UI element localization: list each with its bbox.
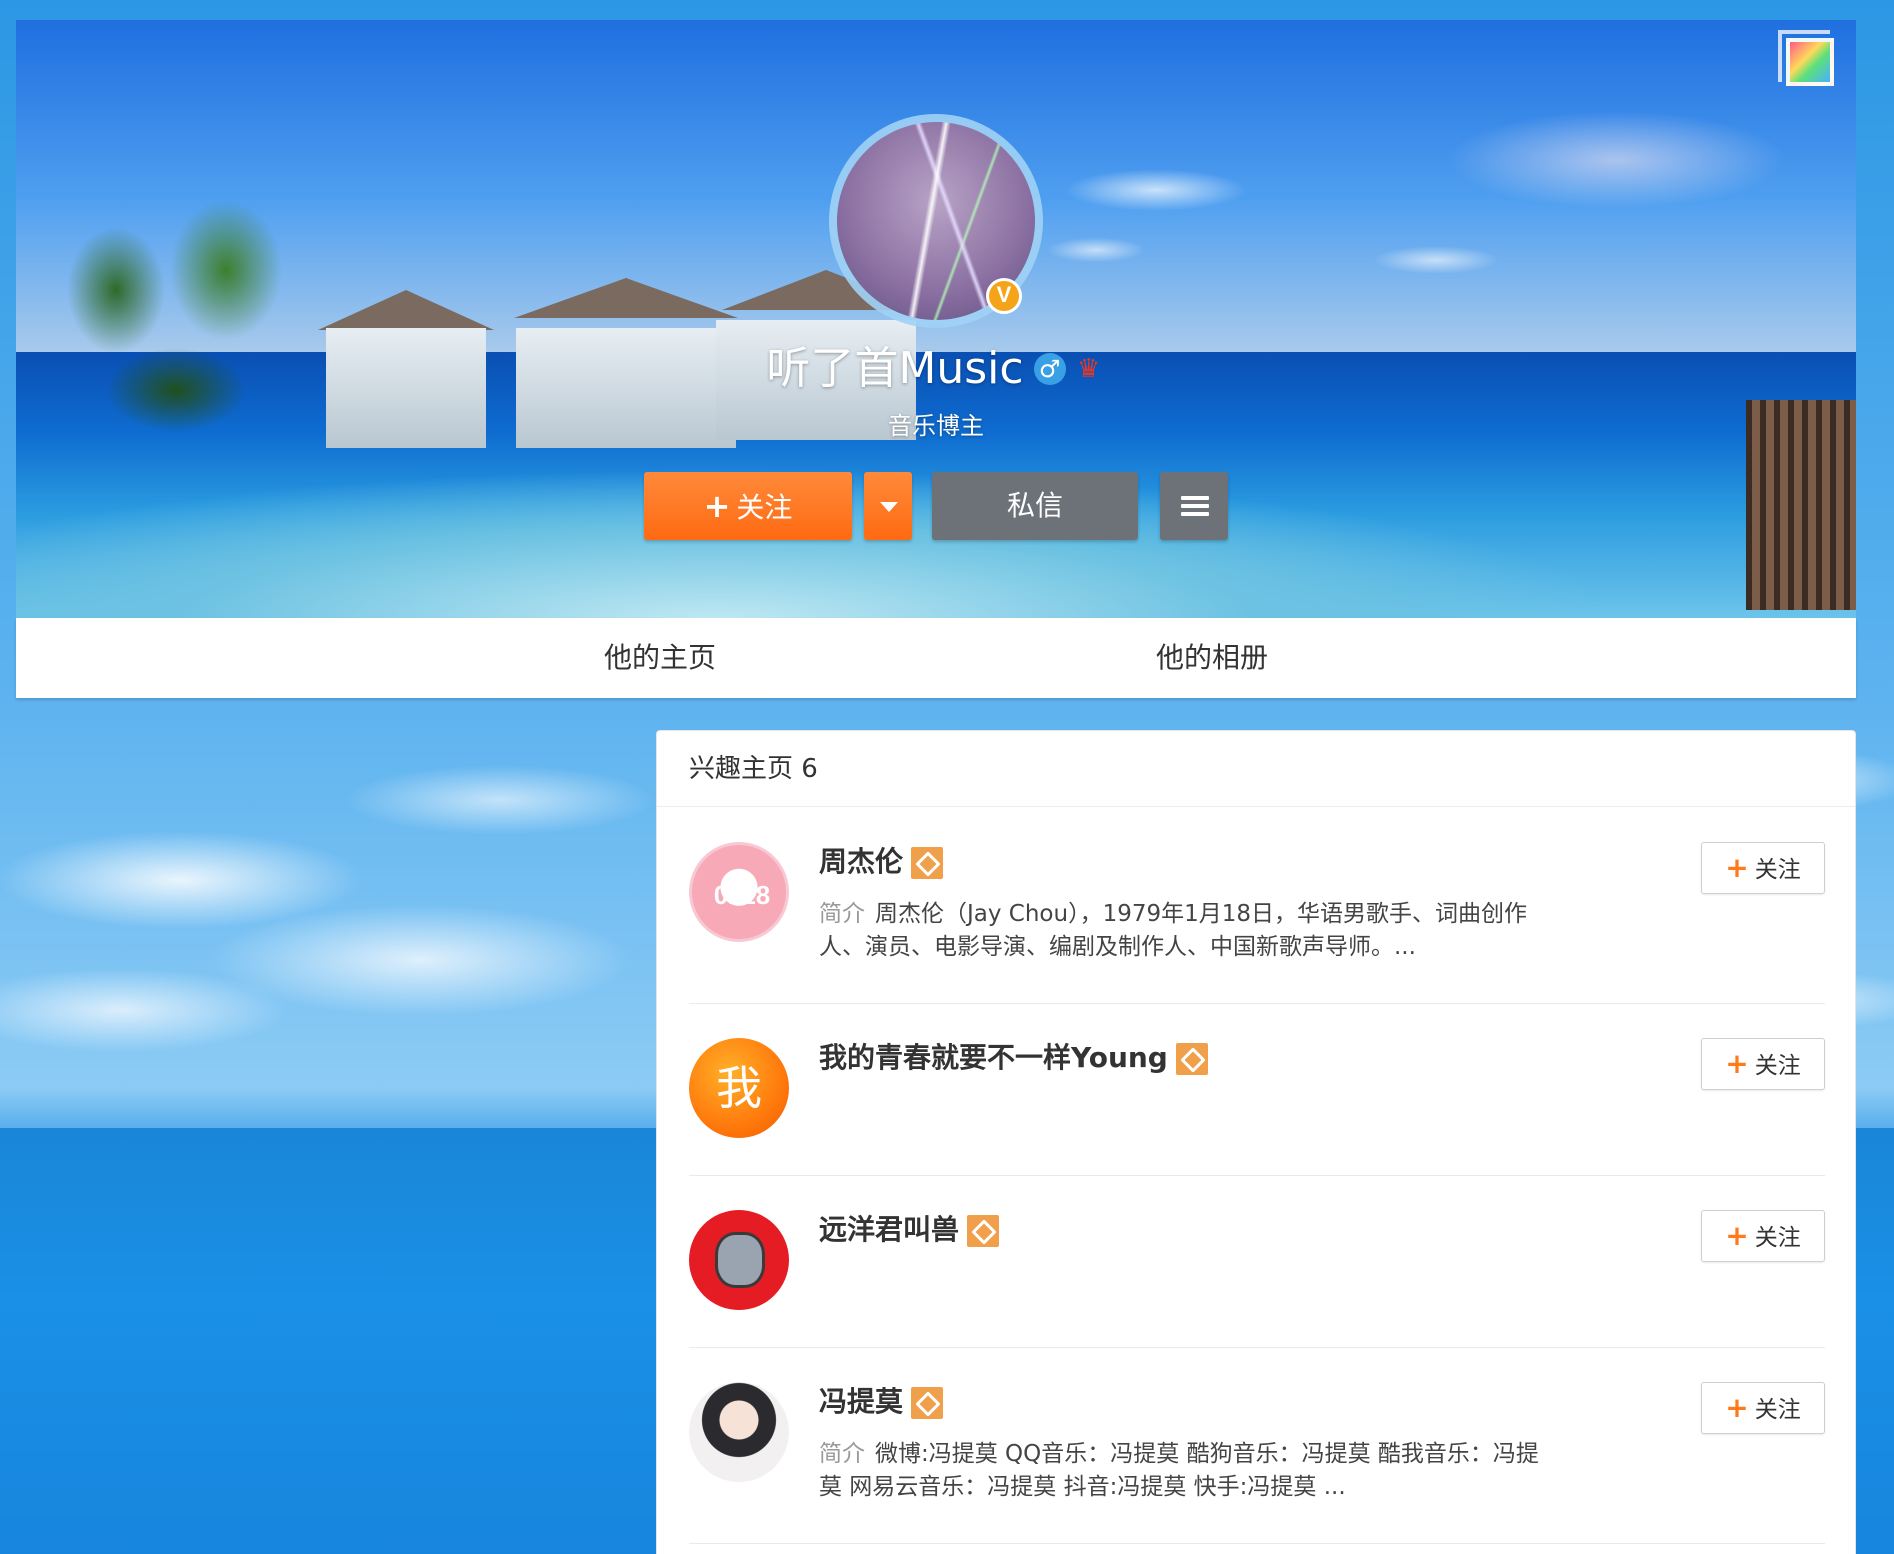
follow-button-label: 关注 — [736, 491, 793, 524]
intro-text: 周杰伦（Jay Chou），1979年1月18日，华语男歌手、词曲创作人、演员、… — [819, 901, 1528, 960]
item-name[interactable]: 我的青春就要不一样Young — [819, 1041, 1168, 1074]
interest-pages-card: 兴趣主页 6 0118 周杰伦 简介 周杰伦（Jay Chou），1979年1月1… — [656, 730, 1856, 1554]
more-menu-button[interactable] — [1160, 472, 1228, 540]
profile-tab-bar: 他的主页 他的相册 — [16, 618, 1856, 698]
item-follow-label: 关注 — [1754, 1397, 1801, 1423]
item-follow-label: 关注 — [1754, 1053, 1801, 1079]
item-follow-button[interactable]: + 关注 — [1701, 1210, 1825, 1262]
item-title-row: 远洋君叫兽 — [819, 1208, 1000, 1248]
gem-badge-icon — [967, 1215, 1000, 1247]
item-name[interactable]: 冯提莫 — [819, 1385, 903, 1418]
list-item: 0118 周杰伦 简介 周杰伦（Jay Chou），1979年1月18日，华语男歌… — [689, 808, 1825, 1004]
list-item: 我 我的青春就要不一样Young + 关注 — [689, 1004, 1825, 1176]
item-follow-label: 关注 — [1754, 1225, 1801, 1251]
cover-palm-trees — [46, 200, 306, 440]
follow-button[interactable]: + 关注 — [644, 472, 852, 540]
plus-icon: + — [1725, 851, 1749, 884]
male-icon: ♂ — [1033, 353, 1066, 385]
item-follow-button[interactable]: + 关注 — [1701, 1382, 1825, 1434]
plus-icon: + — [703, 487, 731, 525]
menu-icon-bar — [1181, 504, 1209, 508]
profile-name: 听了首Music — [766, 343, 1024, 394]
item-avatar[interactable] — [689, 1382, 789, 1482]
gem-badge-icon — [911, 847, 944, 879]
avatar-text: 0118 — [713, 880, 771, 910]
intro-label: 简介 — [819, 901, 865, 927]
list-item: 冯提莫 简介 微博:冯提莫 QQ音乐：冯提莫 酷狗音乐：冯提莫 酷我音乐：冯提莫 … — [689, 1348, 1825, 1544]
tab-home[interactable]: 他的主页 — [510, 618, 810, 698]
item-avatar[interactable]: 0118 — [689, 842, 789, 942]
item-title-row: 周杰伦 — [819, 840, 944, 880]
item-follow-button[interactable]: + 关注 — [1701, 1038, 1825, 1090]
item-intro: 简介 微博:冯提莫 QQ音乐：冯提莫 酷狗音乐：冯提莫 酷我音乐：冯提莫 网易云音… — [819, 1438, 1539, 1504]
intro-text: 微博:冯提莫 QQ音乐：冯提莫 酷狗音乐：冯提莫 酷我音乐：冯提莫 网易云音乐：… — [819, 1441, 1539, 1500]
item-avatar[interactable] — [689, 1210, 789, 1310]
intro-label: 简介 — [819, 1441, 865, 1467]
item-follow-label: 关注 — [1754, 857, 1801, 883]
list-item: 远洋君叫兽 + 关注 — [689, 1176, 1825, 1348]
message-button[interactable]: 私信 — [932, 472, 1138, 540]
plus-icon: + — [1725, 1047, 1749, 1080]
crown-icon[interactable]: ♛ — [1072, 354, 1106, 384]
card-title: 兴趣主页 6 — [657, 731, 1855, 807]
item-intro: 简介 周杰伦（Jay Chou），1979年1月18日，华语男歌手、词曲创作人、演… — [819, 898, 1539, 964]
menu-icon-bar — [1181, 496, 1209, 500]
verified-badge-icon: V — [986, 278, 1022, 314]
tab-album[interactable]: 他的相册 — [1062, 618, 1362, 698]
change-cover-icon[interactable] — [1778, 30, 1834, 86]
gem-badge-icon — [1175, 1043, 1208, 1075]
avatar-character — [715, 1232, 765, 1288]
item-name[interactable]: 远洋君叫兽 — [819, 1213, 959, 1246]
item-title-row: 我的青春就要不一样Young — [819, 1036, 1208, 1076]
gem-badge-icon — [911, 1387, 944, 1419]
plus-icon: + — [1725, 1391, 1749, 1424]
profile-description: 音乐博主 — [888, 412, 984, 440]
item-follow-button[interactable]: + 关注 — [1701, 842, 1825, 894]
item-avatar[interactable]: 我 — [689, 1038, 789, 1138]
item-name[interactable]: 周杰伦 — [819, 845, 903, 878]
item-title-row: 冯提莫 — [819, 1380, 944, 1420]
plus-icon: + — [1725, 1219, 1749, 1252]
menu-icon-bar — [1181, 512, 1209, 516]
profile-name-row: 听了首Music ♂ ♛ — [0, 340, 1872, 396]
follow-dropdown-button[interactable] — [864, 472, 912, 540]
